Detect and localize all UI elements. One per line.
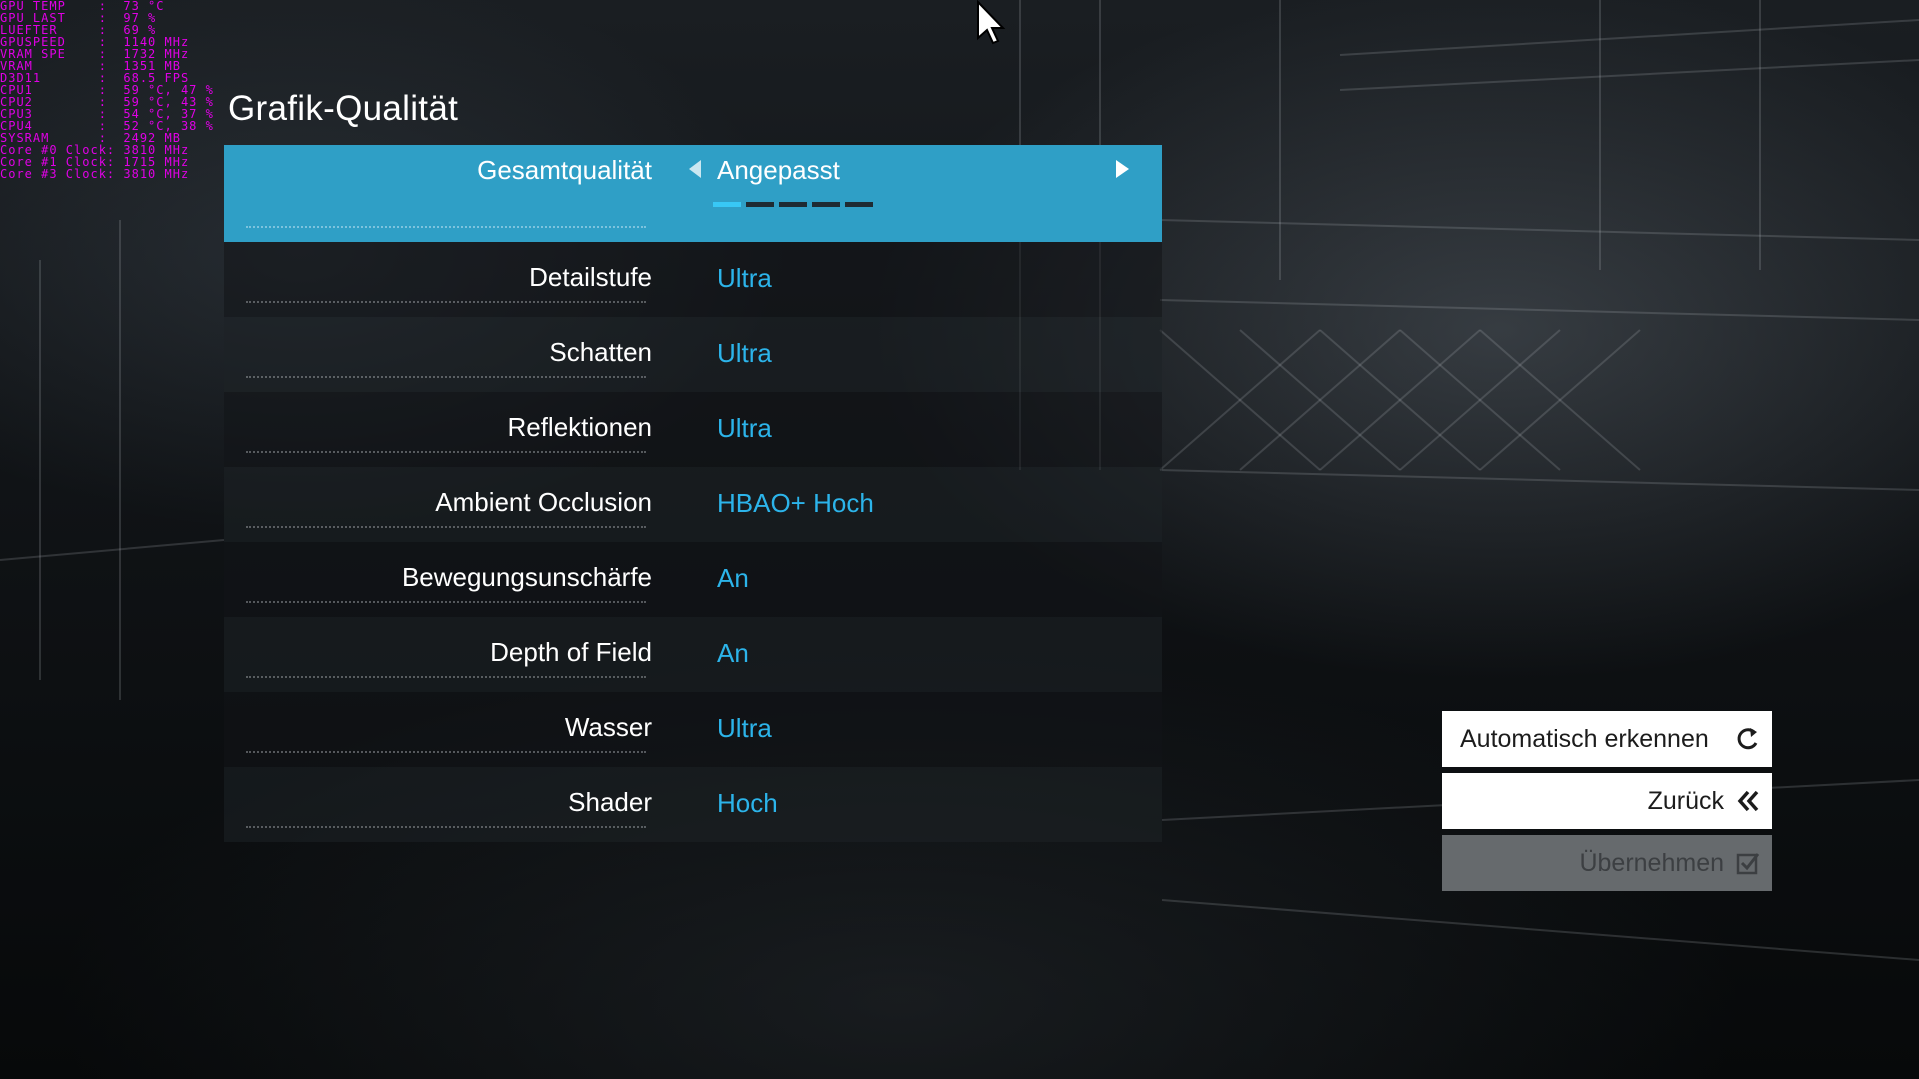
preset-segment: [845, 202, 873, 207]
setting-row-water[interactable]: Wasser Ultra: [224, 692, 1162, 767]
setting-row-motion-blur[interactable]: Bewegungsunschärfe An: [224, 542, 1162, 617]
dotted-divider: [246, 451, 646, 453]
apply-button[interactable]: Übernehmen: [1442, 835, 1772, 891]
setting-value: An: [717, 638, 749, 668]
setting-value: Hoch: [717, 788, 778, 818]
setting-row-reflections[interactable]: Reflektionen Ultra: [224, 392, 1162, 467]
dotted-divider: [246, 751, 646, 753]
setting-label: Wasser: [564, 712, 652, 742]
back-label: Zurück: [1647, 786, 1724, 815]
page-title: Grafik-Qualität: [228, 89, 459, 128]
setting-row-detail[interactable]: Detailstufe Ultra: [224, 242, 1162, 317]
setting-label: Reflektionen: [507, 412, 652, 442]
previous-arrow-icon[interactable]: [689, 160, 701, 178]
checkbox-icon: [1736, 853, 1760, 875]
setting-label: Schatten: [549, 337, 652, 367]
dotted-divider: [246, 301, 646, 303]
preset-segment: [779, 202, 807, 207]
setting-row-depth-of-field[interactable]: Depth of Field An: [224, 617, 1162, 692]
setting-row-shadows[interactable]: Schatten Ultra: [224, 317, 1162, 392]
auto-detect-button[interactable]: Automatisch erkennen: [1442, 711, 1772, 767]
apply-label: Übernehmen: [1579, 848, 1724, 877]
setting-value: Ultra: [717, 263, 772, 293]
setting-row-ambient-occlusion[interactable]: Ambient Occlusion HBAO+ Hoch: [224, 467, 1162, 542]
setting-label: Depth of Field: [490, 637, 652, 667]
setting-value: An: [717, 563, 749, 593]
setting-value: Ultra: [717, 338, 772, 368]
dotted-divider: [246, 676, 646, 678]
mouse-cursor-icon: [977, 0, 1006, 45]
settings-list: Gesamtqualität Angepasst Detailstufe Ult…: [224, 145, 1162, 842]
dotted-divider: [246, 526, 646, 528]
setting-value: Ultra: [717, 413, 772, 443]
setting-value: Angepasst: [717, 155, 840, 185]
setting-value: HBAO+ Hoch: [717, 488, 874, 518]
overlay-line: Core #3 Clock: 3810 MHz: [0, 167, 190, 181]
hardware-monitor-overlay: GPU TEMP : 73 °C GPU LAST : 97 % LUEFTER :…: [0, 0, 214, 180]
setting-row-shader[interactable]: Shader Hoch: [224, 767, 1162, 842]
setting-row-overall-quality[interactable]: Gesamtqualität Angepasst: [224, 145, 1162, 242]
preset-segment: [713, 202, 741, 207]
setting-label: Detailstufe: [529, 262, 652, 292]
setting-value: Ultra: [717, 713, 772, 743]
preset-segment: [746, 202, 774, 207]
setting-label: Shader: [568, 787, 652, 817]
setting-label: Bewegungsunschärfe: [401, 562, 652, 592]
dotted-divider: [246, 226, 646, 228]
double-chevron-left-icon: [1737, 790, 1759, 812]
dotted-divider: [246, 601, 646, 603]
dotted-divider: [246, 826, 646, 828]
preset-segment: [812, 202, 840, 207]
auto-detect-label: Automatisch erkennen: [1460, 724, 1709, 753]
setting-label: Ambient Occlusion: [435, 487, 652, 517]
back-button[interactable]: Zurück: [1442, 773, 1772, 829]
dotted-divider: [246, 376, 646, 378]
next-arrow-icon[interactable]: [1116, 160, 1129, 178]
preset-indicator: [713, 202, 873, 207]
refresh-icon: [1737, 728, 1758, 750]
action-buttons: Automatisch erkennen Zurück Übernehmen: [1442, 711, 1772, 897]
setting-label: Gesamtqualität: [477, 155, 652, 185]
